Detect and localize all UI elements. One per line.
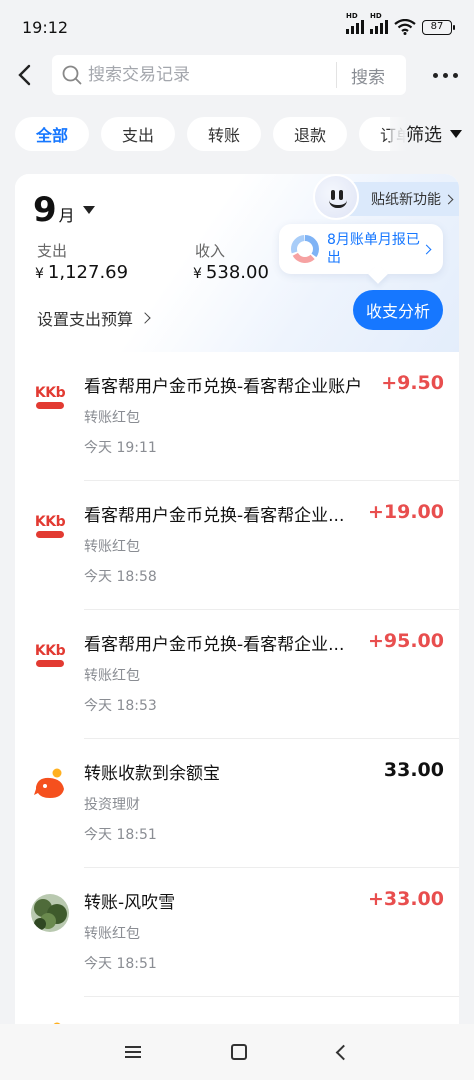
chevron-right-icon — [139, 312, 151, 324]
transaction-title: 转账收款到余额宝 — [84, 764, 220, 784]
user-avatar — [31, 894, 69, 932]
bill-page: 19:12 HD HD 87 搜索交易记录 搜索 全部 支出 转账 退款 筛选 … — [0, 0, 474, 1080]
search-button[interactable]: 搜索 — [337, 63, 399, 88]
status-time: 19:12 — [22, 17, 69, 37]
kkb-logo-icon: KKb — [31, 636, 69, 674]
battery-icon: 87 — [422, 19, 455, 35]
cell-signal-icon: HD — [346, 12, 364, 34]
transaction-category: 投资理财 — [84, 797, 140, 813]
transaction-category: 转账红包 — [84, 539, 140, 555]
search-header: 搜索 — [0, 54, 474, 96]
dropdown-triangle-icon — [82, 206, 95, 214]
transaction-amount: 33.00 — [383, 759, 444, 781]
back-arrow-icon — [18, 64, 31, 86]
chevron-right-icon — [421, 244, 432, 254]
kkb-logo-icon: KKb — [31, 507, 69, 545]
tab-expense[interactable]: 支出 — [101, 117, 175, 151]
tab-all[interactable]: 全部 — [15, 117, 89, 151]
cell-signal-icon-2: HD — [370, 12, 388, 34]
transaction-time: 今天 18:58 — [84, 569, 157, 585]
transaction-time: 今天 18:51 — [84, 956, 157, 972]
transaction-category: 转账红包 — [84, 668, 140, 684]
transaction-item[interactable]: KKb 看客帮用户金币兑换-看客帮企业账户 转账红包 今天 19:11 +9.5… — [15, 352, 459, 481]
transaction-category: 转账红包 — [84, 410, 140, 426]
yuebao-icon — [34, 768, 64, 798]
status-bar: 19:12 HD HD 87 — [0, 0, 474, 54]
system-nav-bar — [0, 1024, 474, 1080]
more-options-button[interactable] — [433, 72, 458, 78]
transaction-item[interactable]: KKb 看客帮用户金币兑换-看客帮企业... 转账红包 今天 18:53 +95… — [15, 610, 459, 739]
donut-chart-icon — [291, 235, 319, 263]
income-value: ¥538.00 — [193, 262, 269, 283]
transaction-title: 转账-风吹雪 — [84, 893, 176, 913]
month-selector[interactable]: 9 月 — [33, 190, 95, 230]
expense-value: ¥1,127.69 — [35, 262, 129, 283]
filter-button[interactable]: 筛选 — [390, 116, 474, 152]
system-back-button[interactable] — [335, 1044, 352, 1060]
home-button[interactable] — [231, 1044, 248, 1060]
set-budget-link[interactable]: 设置支出预算 — [37, 306, 151, 330]
tab-transfer[interactable]: 转账 — [187, 117, 261, 151]
bill-card: 9 月 支出 ¥1,127.69 收入 ¥538.00 设置支出预算 贴纸新功能… — [15, 174, 459, 1074]
kkb-logo-icon: KKb — [31, 378, 69, 416]
monthly-report-bubble[interactable]: 8月账单月报已出 — [279, 224, 443, 274]
transaction-amount: +9.50 — [381, 372, 444, 394]
transaction-title: 看客帮用户金币兑换-看客帮企业... — [84, 506, 345, 526]
income-label: 收入 — [195, 242, 226, 260]
expense-label: 支出 — [37, 242, 68, 260]
transaction-title: 看客帮用户金币兑换-看客帮企业... — [84, 635, 345, 655]
tab-refund[interactable]: 退款 — [273, 117, 347, 151]
smiley-sticker-icon — [313, 174, 359, 220]
transaction-amount: +33.00 — [367, 888, 444, 910]
chevron-right-icon — [443, 194, 454, 204]
income-expense-analysis-button[interactable]: 收支分析 — [353, 290, 443, 330]
transaction-amount: +95.00 — [367, 630, 444, 652]
search-input[interactable] — [88, 65, 326, 85]
search-icon — [62, 65, 82, 85]
transaction-item[interactable]: 转账收款到余额宝 投资理财 今天 18:51 33.00 — [15, 739, 459, 868]
sticker-feature-link[interactable]: 贴纸新功能 — [313, 174, 459, 220]
back-button[interactable] — [2, 54, 46, 96]
transaction-category: 转账红包 — [84, 926, 140, 942]
transaction-time: 今天 18:51 — [84, 827, 157, 843]
transaction-item[interactable]: KKb 看客帮用户金币兑换-看客帮企业... 转账红包 今天 18:58 +19… — [15, 481, 459, 610]
transaction-title: 看客帮用户金币兑换-看客帮企业账户 — [84, 377, 363, 397]
wifi-icon — [394, 19, 416, 35]
monthly-summary: 9 月 支出 ¥1,127.69 收入 ¥538.00 设置支出预算 贴纸新功能… — [15, 174, 459, 352]
search-box: 搜索 — [52, 55, 406, 95]
transaction-time: 今天 18:53 — [84, 698, 157, 714]
dropdown-triangle-icon — [450, 130, 462, 138]
transaction-time: 今天 19:11 — [84, 440, 157, 456]
transaction-item[interactable]: 转账-风吹雪 转账红包 今天 18:51 +33.00 — [15, 868, 459, 997]
transaction-amount: +19.00 — [367, 501, 444, 523]
recent-apps-button[interactable] — [125, 1043, 142, 1061]
